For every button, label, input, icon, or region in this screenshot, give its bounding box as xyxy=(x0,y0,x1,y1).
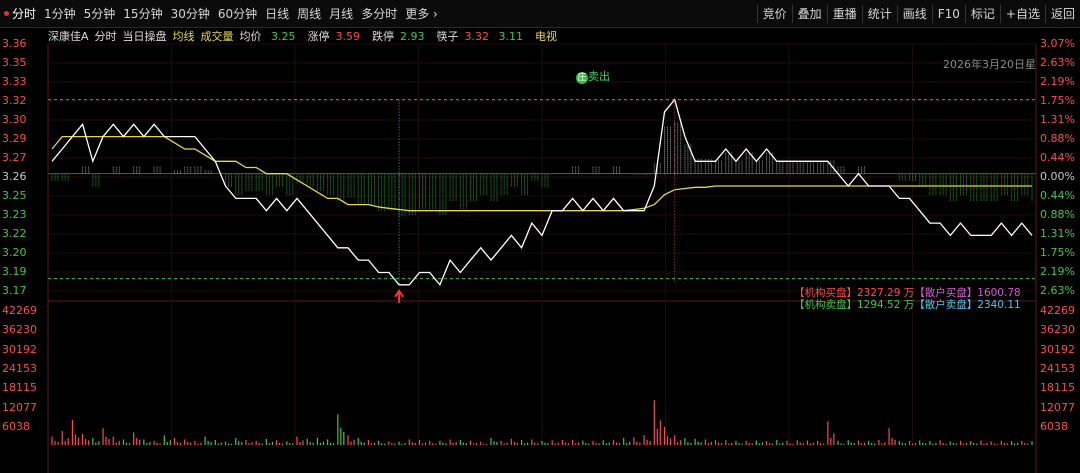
intraday-chart[interactable] xyxy=(0,0,1080,473)
volRight-tick: 6038 xyxy=(1040,420,1068,433)
rightAxis-tick: 1.75% xyxy=(1040,246,1075,259)
volLeft-tick: 42269 xyxy=(2,304,37,317)
volRight-tick: 12077 xyxy=(1040,400,1075,414)
leftAxis-tick: 3.29 xyxy=(2,132,27,145)
leftAxis-tick: 3.17 xyxy=(2,284,27,297)
sell-retail-label: 【散户卖盘】 xyxy=(914,299,978,311)
sell-flow-line: 【机构卖盘】1294.52 万【散户卖盘】2340.11 xyxy=(794,297,1021,312)
rightAxis-tick: 2.63% xyxy=(1040,56,1075,69)
date-label: 2026年3月20日星 xyxy=(943,58,1036,71)
rightAxis-tick: 0.00% xyxy=(1040,170,1075,183)
rightAxis-tick: 2.63% xyxy=(1040,284,1075,297)
leftAxis-tick: 3.20 xyxy=(2,246,27,259)
volLeft-tick: 6038 xyxy=(2,420,30,433)
volRight-tick: 24153 xyxy=(1040,362,1075,375)
dealer-badge-icon: 庄 xyxy=(576,72,588,84)
leftAxis-tick: 3.22 xyxy=(2,227,27,240)
leftAxis-tick: 3.36 xyxy=(2,37,27,50)
rightAxis-tick: 1.75% xyxy=(1040,94,1075,107)
volLeft-tick: 18115 xyxy=(2,381,37,395)
leftAxis-tick: 3.25 xyxy=(2,189,27,202)
sell-retail-value: 2340.11 xyxy=(977,299,1021,311)
volLeft-tick: 12077 xyxy=(2,400,37,414)
leftAxis-tick: 3.27 xyxy=(2,151,27,164)
rightAxis-tick: 2.19% xyxy=(1040,265,1075,278)
rightAxis-tick: 1.31% xyxy=(1040,227,1075,240)
rightAxis-tick: 2.19% xyxy=(1040,75,1075,88)
volRight-tick: 36230 xyxy=(1040,323,1075,337)
rightAxis-tick: 0.44% xyxy=(1040,189,1075,202)
sell-marker[interactable]: 庄卖出 xyxy=(576,68,610,84)
volRight-tick: 18115 xyxy=(1040,381,1075,395)
volRight-tick: 42269 xyxy=(1040,304,1075,317)
sell-marker-label: 卖出 xyxy=(588,70,610,83)
sell-inst-value: 1294.52 万 xyxy=(857,299,915,311)
rightAxis-tick: 0.44% xyxy=(1040,151,1075,164)
volLeft-tick: 36230 xyxy=(2,323,37,337)
leftAxis-tick: 3.23 xyxy=(2,208,27,221)
rightAxis-tick: 3.07% xyxy=(1040,37,1075,50)
rightAxis-tick: 1.31% xyxy=(1040,113,1075,126)
leftAxis-tick: 3.26 xyxy=(2,170,27,183)
leftAxis-tick: 3.33 xyxy=(2,75,27,88)
leftAxis-tick: 3.35 xyxy=(2,56,27,69)
volRight-tick: 30192 xyxy=(1040,342,1075,356)
leftAxis-tick: 3.32 xyxy=(2,94,27,107)
sell-inst-label: 【机构卖盘】 xyxy=(794,299,857,311)
volLeft-tick: 24153 xyxy=(2,362,37,375)
leftAxis-tick: 3.19 xyxy=(2,265,27,278)
volLeft-tick: 30192 xyxy=(2,342,37,356)
rightAxis-tick: 0.88% xyxy=(1040,208,1075,221)
rightAxis-tick: 0.88% xyxy=(1040,132,1075,145)
leftAxis-tick: 3.30 xyxy=(2,113,27,126)
